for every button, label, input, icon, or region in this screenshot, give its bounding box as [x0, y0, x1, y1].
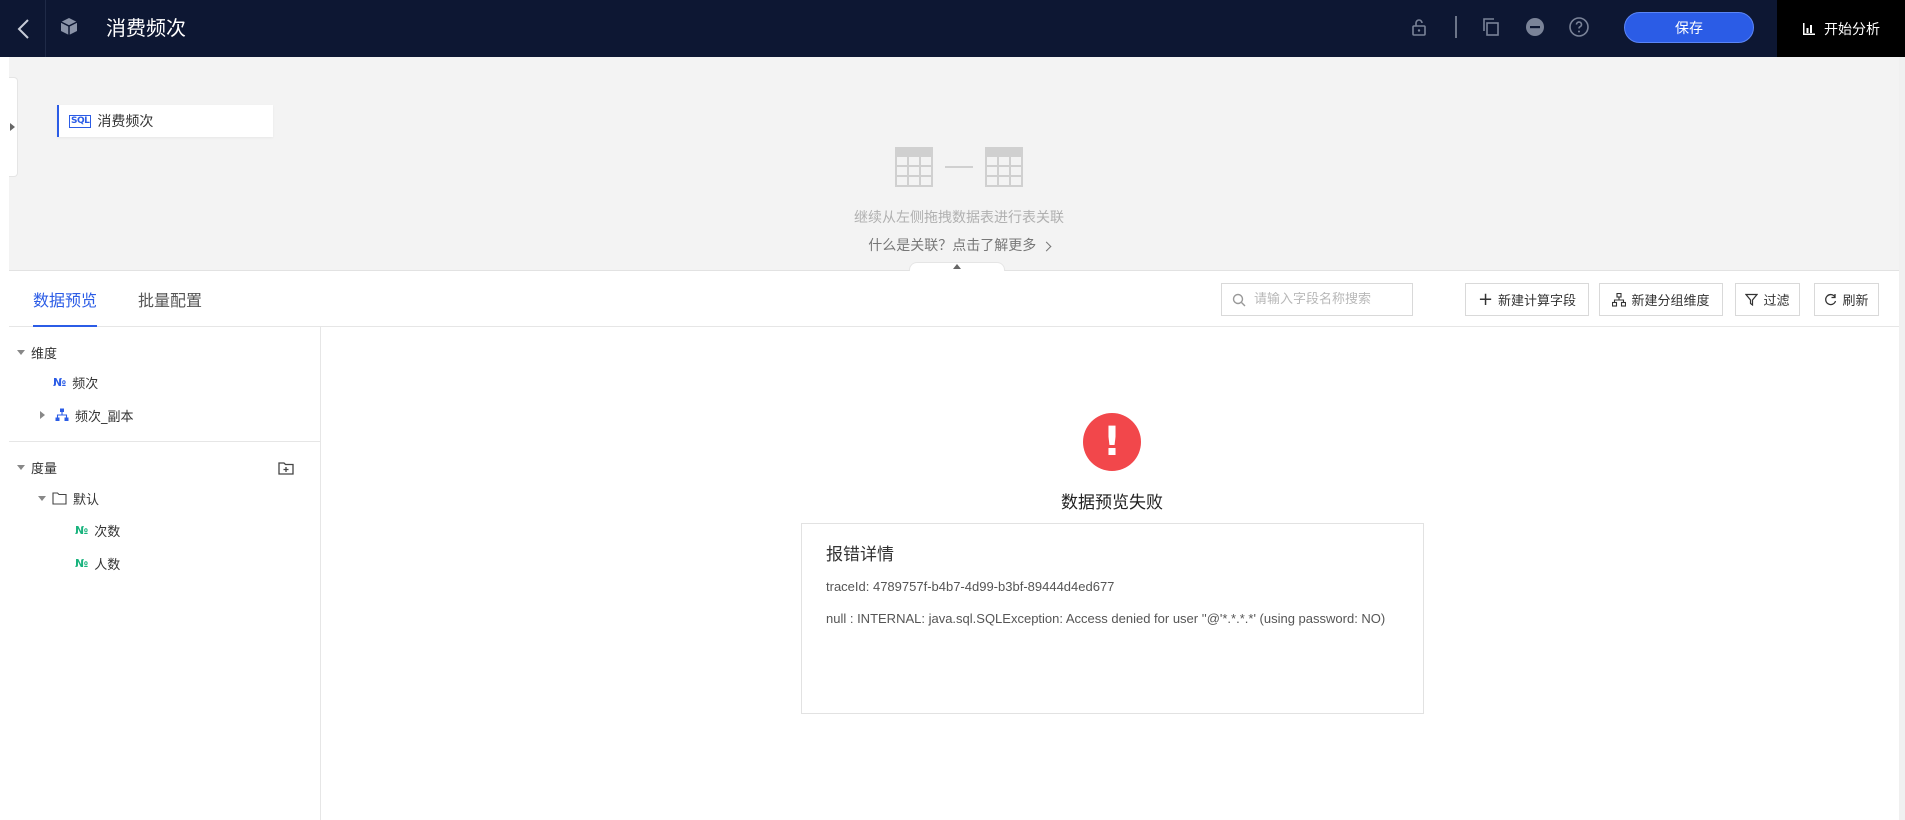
- minus-circle-icon[interactable]: [1523, 15, 1547, 39]
- help-icon[interactable]: [1567, 15, 1591, 39]
- back-icon: [17, 18, 29, 39]
- tree-item-dimension[interactable]: № 频次: [53, 370, 98, 394]
- chart-icon: [1803, 22, 1815, 35]
- new-calc-field-label: 新建计算字段: [1498, 294, 1577, 309]
- top-header: 消费频次 保存 开始分析: [0, 0, 1905, 57]
- tree-group-dimensions[interactable]: 维度: [17, 340, 57, 364]
- number-icon: №: [53, 375, 67, 389]
- tree-group-label: 度量: [31, 461, 58, 477]
- left-panel-toggle[interactable]: [9, 77, 18, 177]
- copy-icon[interactable]: [1479, 15, 1503, 39]
- tree-item-label: 次数: [94, 524, 121, 540]
- caret-down-icon[interactable]: [17, 349, 25, 355]
- hierarchy-icon: [1612, 292, 1627, 307]
- tab-data-preview[interactable]: 数据预览: [33, 287, 98, 327]
- folder-icon: [52, 491, 67, 505]
- error-message: null : INTERNAL: java.sql.SQLException: …: [826, 611, 1386, 626]
- error-trace-id: traceId: 4789757f-b4b7-4d99-b3bf-89444d4…: [826, 579, 1115, 594]
- tree-item-label: 频次_副本: [75, 409, 134, 425]
- filter-icon: [1745, 293, 1759, 306]
- refresh-icon: [1825, 293, 1837, 306]
- filter-button[interactable]: 过滤: [1735, 283, 1800, 316]
- plus-icon: +: [1477, 288, 1494, 310]
- new-group-dimension-label: 新建分组维度: [1631, 294, 1710, 309]
- tree-folder-label: 默认: [73, 492, 100, 508]
- lock-icon[interactable]: [1407, 15, 1431, 39]
- table-node-label: 消费频次: [97, 114, 154, 130]
- back-button[interactable]: [0, 0, 46, 57]
- error-title: 数据预览失败: [1061, 493, 1163, 513]
- error-detail-card: 报错详情 traceId: 4789757f-b4b7-4d99-b3bf-89…: [801, 523, 1424, 714]
- header-divider: [1455, 16, 1457, 38]
- field-tree-panel: 维度 № 频次 频次_副本 度量 默认 № 次数 № 人数: [9, 327, 321, 820]
- page-scrollbar[interactable]: [1899, 57, 1905, 820]
- join-learn-more-label: 什么是关联？点击了解更多: [868, 238, 1037, 254]
- field-search-box[interactable]: [1221, 283, 1413, 316]
- new-group-dimension-button[interactable]: 新建分组维度: [1599, 283, 1723, 316]
- error-icon: !: [1083, 413, 1141, 471]
- add-folder-icon[interactable]: [277, 459, 295, 477]
- number-icon: №: [75, 523, 89, 537]
- join-learn-more-link[interactable]: 什么是关联？点击了解更多: [709, 235, 1209, 255]
- start-analysis-label: 开始分析: [1824, 21, 1880, 38]
- caret-down-icon[interactable]: [17, 464, 25, 470]
- tree-item-measure[interactable]: № 人数: [75, 551, 120, 575]
- preview-toolbar: 数据预览 批量配置 + 新建计算字段 新建分组维度 过滤 刷新: [9, 271, 1899, 327]
- number-icon: №: [75, 556, 89, 570]
- search-icon: [1232, 293, 1246, 306]
- chevron-right-icon: [1041, 241, 1052, 252]
- preview-content: ! 数据预览失败 报错详情 traceId: 4789757f-b4b7-4d9…: [322, 327, 1899, 820]
- filter-label: 过滤: [1763, 294, 1790, 309]
- cube-icon: [60, 18, 78, 35]
- error-detail-heading: 报错详情: [826, 545, 894, 565]
- page-title: 消费频次: [106, 16, 186, 40]
- new-calc-field-button[interactable]: + 新建计算字段: [1465, 283, 1589, 316]
- relation-canvas: SQL 消费频次 继续从左侧拖拽数据表进行表关联 什么是关联？点击了解更多: [9, 57, 1900, 272]
- table-node[interactable]: SQL 消费频次: [57, 105, 273, 137]
- save-button[interactable]: 保存: [1624, 12, 1754, 43]
- tree-item-label: 频次: [72, 376, 99, 392]
- tree-group-measures[interactable]: 度量: [17, 455, 57, 479]
- tree-item-label: 人数: [94, 557, 121, 573]
- tree-divider: [9, 441, 320, 442]
- caret-down-icon[interactable]: [38, 495, 46, 501]
- caret-right-icon[interactable]: [40, 411, 45, 419]
- start-analysis-button[interactable]: 开始分析: [1777, 0, 1905, 57]
- tree-item-dimension-group[interactable]: 频次_副本: [40, 403, 134, 427]
- join-hint-text: 继续从左侧拖拽数据表进行表关联: [854, 210, 1064, 226]
- sql-icon: SQL: [69, 114, 92, 128]
- tree-group-label: 维度: [31, 346, 58, 362]
- tree-folder-default[interactable]: 默认: [38, 486, 99, 510]
- hierarchy-icon: [55, 408, 69, 421]
- tab-batch-config[interactable]: 批量配置: [138, 287, 202, 327]
- refresh-button[interactable]: 刷新: [1814, 283, 1879, 316]
- refresh-label: 刷新: [1842, 294, 1869, 309]
- table-join-illustration: [895, 147, 1023, 187]
- tree-item-measure[interactable]: № 次数: [75, 518, 120, 542]
- field-search-input[interactable]: [1254, 292, 1404, 307]
